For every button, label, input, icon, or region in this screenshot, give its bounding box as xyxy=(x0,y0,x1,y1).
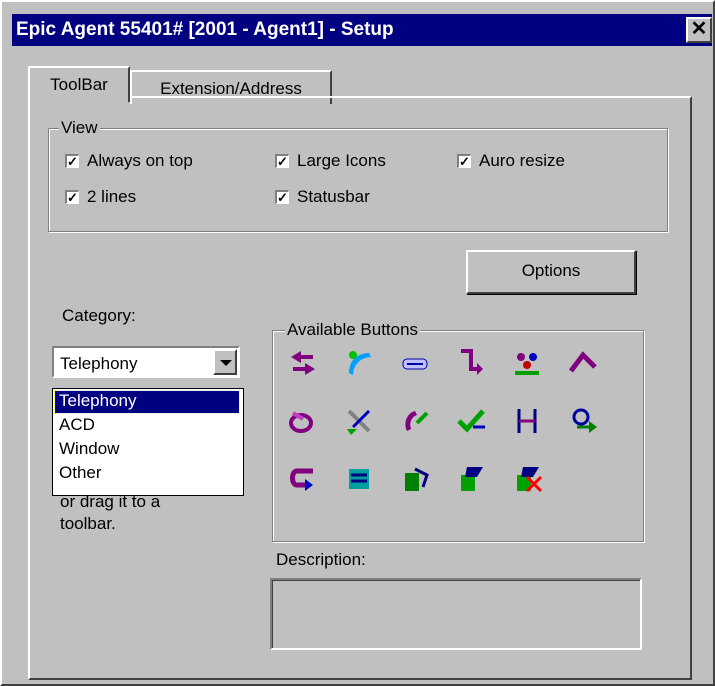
description-box xyxy=(270,578,642,650)
two-lines-check[interactable]: ✓ xyxy=(65,190,79,204)
checkbox-auro-resize[interactable]: ✓ Auro resize xyxy=(457,151,565,171)
checkbox-large-icons[interactable]: ✓ Large Icons xyxy=(275,151,386,171)
phone-transfer-icon[interactable] xyxy=(399,463,431,495)
tab-toolbar-label: ToolBar xyxy=(50,75,108,94)
always-on-top-check[interactable]: ✓ xyxy=(65,154,79,168)
available-buttons-label: Available Buttons xyxy=(285,320,421,340)
close-icon: ✕ xyxy=(690,18,708,40)
title-bar[interactable]: Epic Agent 55401# [2001 - Agent1] - Setu… xyxy=(12,14,712,46)
options-button[interactable]: Options xyxy=(466,250,636,294)
callback-icon[interactable] xyxy=(399,405,431,437)
redirect-icon[interactable] xyxy=(455,347,487,379)
chevron-down-icon[interactable] xyxy=(213,349,237,375)
drop-call-icon[interactable] xyxy=(343,405,375,437)
always-on-top-label: Always on top xyxy=(87,151,193,170)
return-call-icon[interactable] xyxy=(287,463,319,495)
tab-toolbar[interactable]: ToolBar xyxy=(28,66,130,102)
checkbox-always-on-top[interactable]: ✓ Always on top xyxy=(65,151,193,171)
auro-resize-check[interactable]: ✓ xyxy=(457,154,471,168)
dropdown-item-acd[interactable]: ACD xyxy=(55,415,239,437)
transfer-arrows-icon[interactable] xyxy=(287,347,319,379)
split-icon[interactable] xyxy=(511,405,543,437)
phone-green-icon[interactable] xyxy=(455,463,487,495)
phone-disconnect-icon[interactable] xyxy=(511,463,543,495)
category-dropdown-list[interactable]: Telephony ACD Window Other xyxy=(52,388,244,496)
statusbar-label: Statusbar xyxy=(297,187,370,206)
dropdown-item-telephony[interactable]: Telephony xyxy=(54,390,240,414)
forward-arrow-icon[interactable] xyxy=(567,347,599,379)
large-icons-check[interactable]: ✓ xyxy=(275,154,289,168)
phone-pickup-icon[interactable] xyxy=(343,463,375,495)
dropdown-item-window[interactable]: Window xyxy=(55,439,239,461)
two-lines-label: 2 lines xyxy=(87,187,137,206)
view-group-label: View xyxy=(59,118,100,138)
available-buttons-group: Available Buttons xyxy=(272,320,644,542)
agent-arrow-icon[interactable] xyxy=(567,405,599,437)
check-forward-icon[interactable] xyxy=(455,405,487,437)
auro-resize-label: Auro resize xyxy=(479,151,565,170)
window-title: Epic Agent 55401# [2001 - Agent1] - Setu… xyxy=(16,19,394,40)
large-icons-label: Large Icons xyxy=(297,151,386,170)
description-label: Description: xyxy=(276,550,366,569)
checkbox-2-lines[interactable]: ✓ 2 lines xyxy=(65,187,136,207)
conference-icon[interactable] xyxy=(511,347,543,379)
category-selected-value: Telephony xyxy=(60,354,138,373)
category-combobox[interactable]: Telephony xyxy=(52,346,240,378)
setup-dialog: Epic Agent 55401# [2001 - Agent1] - Setu… xyxy=(0,0,715,686)
checkbox-statusbar[interactable]: ✓ Statusbar xyxy=(275,187,370,207)
dropdown-item-other[interactable]: Other xyxy=(55,463,239,485)
close-button[interactable]: ✕ xyxy=(686,17,712,43)
category-label: Category: xyxy=(62,306,136,325)
hold-icon[interactable] xyxy=(399,347,431,379)
handset-pickup-icon[interactable] xyxy=(343,347,375,379)
paperclip-icon[interactable] xyxy=(287,405,319,437)
statusbar-check[interactable]: ✓ xyxy=(275,190,289,204)
view-group: View ✓ Always on top ✓ Large Icons ✓ Aur… xyxy=(48,118,668,232)
category-hint-line2: toolbar. xyxy=(60,514,116,533)
